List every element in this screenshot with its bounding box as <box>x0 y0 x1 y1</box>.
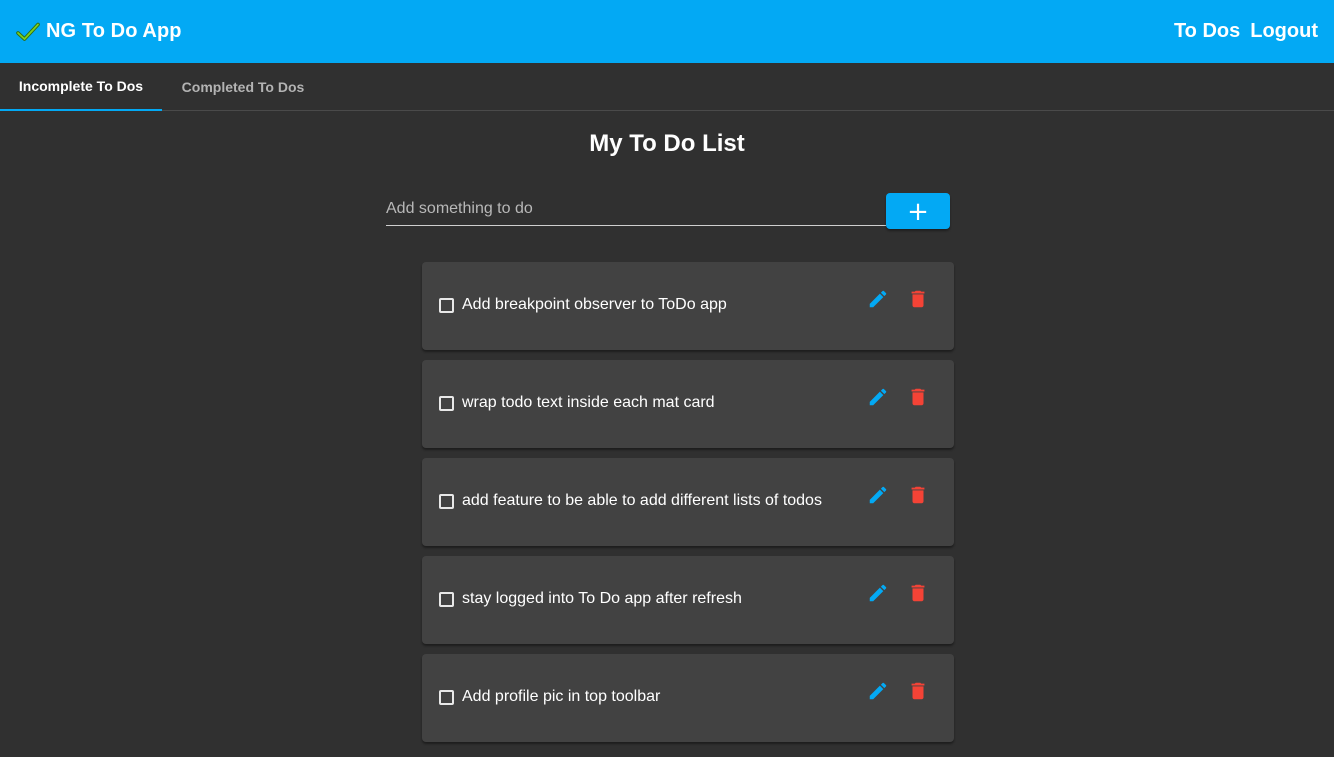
todo-list: Add breakpoint observer to ToDo app wrap… <box>422 262 954 752</box>
check-icon <box>16 20 40 44</box>
todo-text: Add profile pic in top toolbar <box>462 688 661 705</box>
todo-checkbox[interactable] <box>439 396 454 411</box>
trash-icon[interactable] <box>907 288 929 310</box>
brand[interactable]: NG To Do App <box>16 20 182 44</box>
todo-checkbox[interactable] <box>439 592 454 607</box>
app-title: NG To Do App <box>46 20 182 42</box>
trash-icon[interactable] <box>907 582 929 604</box>
todo-card: Add profile pic in top toolbar <box>422 654 954 742</box>
todo-checkbox[interactable] <box>439 690 454 705</box>
todo-text: stay logged into To Do app after refresh <box>462 590 742 607</box>
tab-incomplete-todos[interactable]: Incomplete To Dos <box>0 63 162 111</box>
tab-bar: Incomplete To Dos Completed To Dos <box>0 63 1334 111</box>
pencil-icon[interactable] <box>867 582 889 604</box>
trash-icon[interactable] <box>907 484 929 506</box>
tab-completed-todos[interactable]: Completed To Dos <box>162 63 324 111</box>
add-todo-input[interactable] <box>386 193 886 226</box>
pencil-icon[interactable] <box>867 288 889 310</box>
todo-text: Add breakpoint observer to ToDo app <box>462 296 727 313</box>
pencil-icon[interactable] <box>867 484 889 506</box>
todo-text: add feature to be able to add different … <box>462 492 822 509</box>
add-todo-form: + <box>386 193 950 229</box>
nav-logout-link[interactable]: Logout <box>1250 20 1318 43</box>
todo-card: stay logged into To Do app after refresh <box>422 556 954 644</box>
pencil-icon[interactable] <box>867 386 889 408</box>
todo-card: add feature to be able to add different … <box>422 458 954 546</box>
trash-icon[interactable] <box>907 386 929 408</box>
todo-checkbox[interactable] <box>439 494 454 509</box>
page-title: My To Do List <box>589 130 745 157</box>
todo-card: Add breakpoint observer to ToDo app <box>422 262 954 350</box>
todo-text: wrap todo text inside each mat card <box>462 394 715 411</box>
app-toolbar: NG To Do App To Dos Logout <box>0 0 1334 63</box>
add-todo-button[interactable]: + <box>886 193 950 229</box>
todo-checkbox[interactable] <box>439 298 454 313</box>
pencil-icon[interactable] <box>867 680 889 702</box>
trash-icon[interactable] <box>907 680 929 702</box>
todo-card: wrap todo text inside each mat card <box>422 360 954 448</box>
nav-todos-link[interactable]: To Dos <box>1174 20 1240 43</box>
